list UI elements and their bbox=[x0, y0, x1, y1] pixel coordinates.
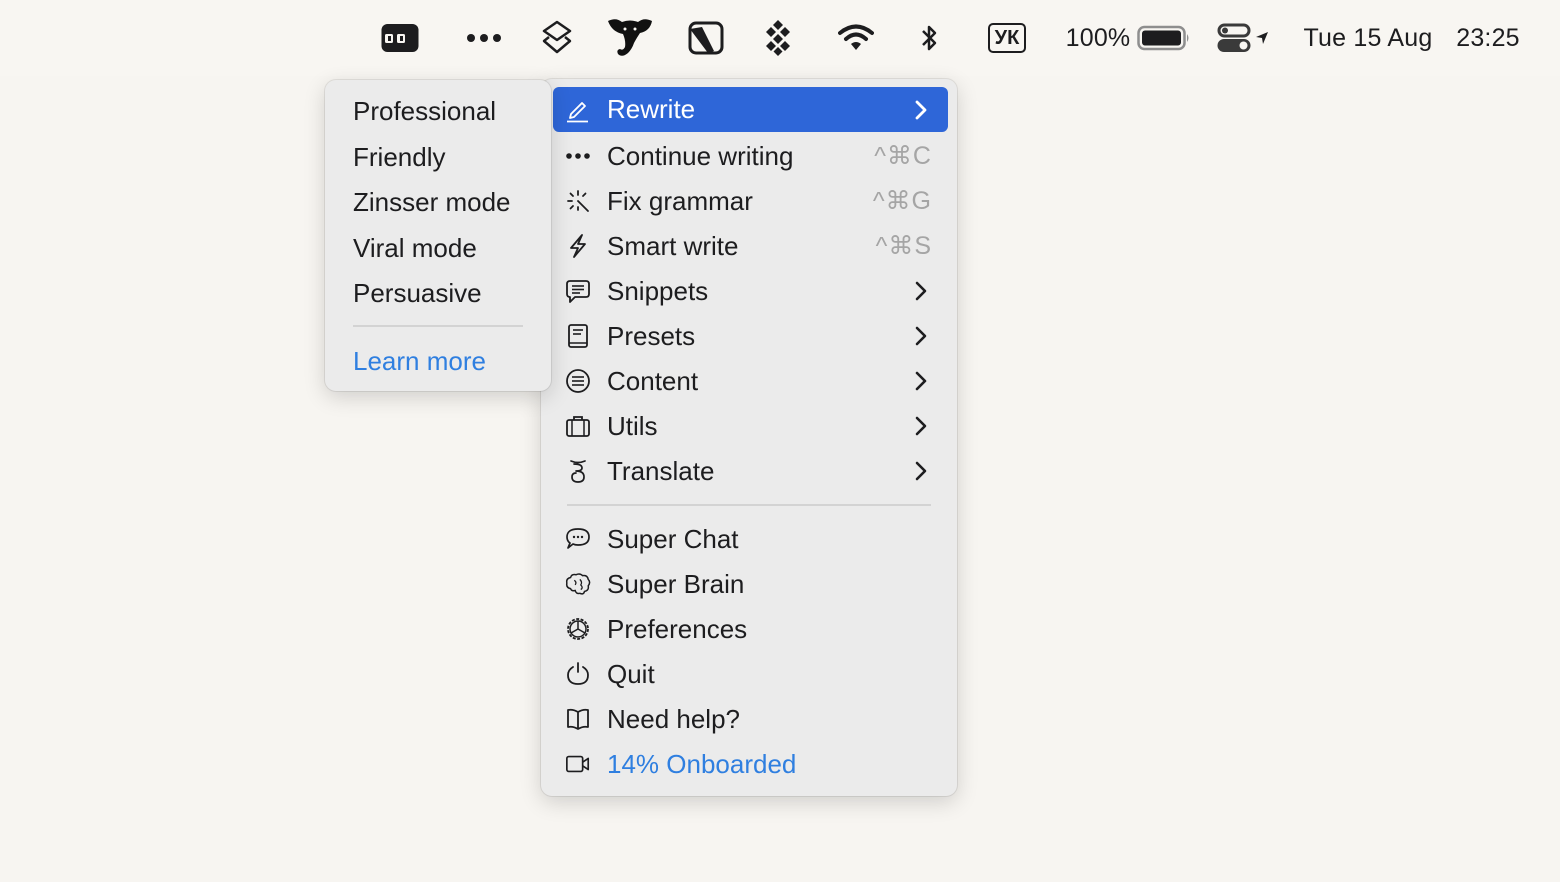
menu-item-smart-write[interactable]: Smart write ^⌘S bbox=[553, 224, 948, 268]
battery-icon[interactable] bbox=[1136, 0, 1192, 76]
submenu-item-professional[interactable]: Professional bbox=[353, 91, 496, 131]
shortcut-label: ^⌘S bbox=[875, 232, 932, 260]
chevron-right-icon bbox=[915, 371, 927, 391]
shortcut-label: ^⌘C bbox=[874, 142, 932, 170]
location-arrow-icon bbox=[1254, 0, 1270, 76]
dropbox-like-icon[interactable] bbox=[760, 0, 796, 76]
learn-more-link[interactable]: Learn more bbox=[353, 341, 486, 381]
menu-item-need-help[interactable]: Need help? bbox=[553, 697, 948, 741]
menubar-time[interactable]: 23:25 bbox=[1448, 0, 1528, 76]
briefcase-icon bbox=[565, 413, 591, 439]
submenu-separator bbox=[353, 325, 523, 327]
bluetooth-icon[interactable] bbox=[914, 0, 944, 76]
menu-item-translate[interactable]: Translate bbox=[553, 449, 948, 493]
control-center-icon[interactable] bbox=[1214, 0, 1254, 76]
chevron-right-icon bbox=[915, 461, 927, 481]
chevron-right-icon bbox=[915, 100, 927, 119]
menu-item-rewrite[interactable]: Rewrite bbox=[553, 87, 948, 132]
shortcut-label: ^⌘G bbox=[872, 187, 932, 215]
translate-glyph-icon bbox=[565, 458, 591, 484]
app-dropdown-menu: Rewrite Continue writing ^⌘C Fix grammar… bbox=[541, 79, 957, 796]
submenu-item-friendly[interactable]: Friendly bbox=[353, 137, 445, 177]
chevron-right-icon bbox=[915, 326, 927, 346]
power-icon bbox=[565, 661, 591, 687]
brain-icon bbox=[565, 571, 591, 597]
pencil-icon bbox=[565, 97, 591, 123]
ellipsis-icon bbox=[565, 143, 591, 169]
chevron-right-icon bbox=[915, 281, 927, 301]
submenu-item-viral-mode[interactable]: Viral mode bbox=[353, 228, 477, 268]
message-lines-icon bbox=[565, 278, 591, 304]
magic-wand-icon bbox=[565, 188, 591, 214]
input-source-label: УК bbox=[987, 23, 1027, 53]
chevron-right-icon bbox=[915, 416, 927, 436]
app-window-icon[interactable] bbox=[378, 0, 422, 76]
lightning-icon bbox=[565, 233, 591, 259]
layers-icon[interactable] bbox=[537, 0, 577, 76]
wifi-icon[interactable] bbox=[836, 0, 876, 76]
menu-item-content[interactable]: Content bbox=[553, 359, 948, 403]
chat-bubble-icon bbox=[565, 526, 591, 552]
menu-item-utils[interactable]: Utils bbox=[553, 404, 948, 448]
menu-item-quit[interactable]: Quit bbox=[553, 652, 948, 696]
menu-item-super-chat[interactable]: Super Chat bbox=[553, 517, 948, 561]
menu-item-continue-writing[interactable]: Continue writing ^⌘C bbox=[553, 134, 948, 178]
submenu-item-zinsser-mode[interactable]: Zinsser mode bbox=[353, 182, 511, 222]
list-circle-icon bbox=[565, 368, 591, 394]
menu-item-onboarding-progress[interactable]: 14% Onboarded bbox=[553, 742, 948, 786]
menu-bar: УК 100% Tue 15 Aug 23:25 bbox=[0, 0, 1560, 76]
menu-item-super-brain[interactable]: Super Brain bbox=[553, 562, 948, 606]
menu-item-preferences[interactable]: Preferences bbox=[553, 607, 948, 651]
submenu-item-persuasive[interactable]: Persuasive bbox=[353, 273, 482, 313]
more-dots-icon[interactable] bbox=[464, 0, 504, 76]
menubar-date[interactable]: Tue 15 Aug bbox=[1294, 0, 1442, 76]
rewrite-submenu: Professional Friendly Zinsser mode Viral… bbox=[325, 80, 551, 391]
video-camera-icon bbox=[565, 751, 591, 777]
pointer-app-icon[interactable] bbox=[684, 0, 728, 76]
gear-icon bbox=[565, 616, 591, 642]
book-icon bbox=[565, 323, 591, 349]
menu-item-snippets[interactable]: Snippets bbox=[553, 269, 948, 313]
elephant-app-icon[interactable] bbox=[603, 0, 657, 76]
menu-item-fix-grammar[interactable]: Fix grammar ^⌘G bbox=[553, 179, 948, 223]
menu-item-presets[interactable]: Presets bbox=[553, 314, 948, 358]
input-source-indicator[interactable]: УК bbox=[982, 0, 1032, 76]
menu-separator bbox=[567, 504, 931, 506]
open-book-icon bbox=[565, 706, 591, 732]
battery-percent: 100% bbox=[1065, 23, 1131, 52]
